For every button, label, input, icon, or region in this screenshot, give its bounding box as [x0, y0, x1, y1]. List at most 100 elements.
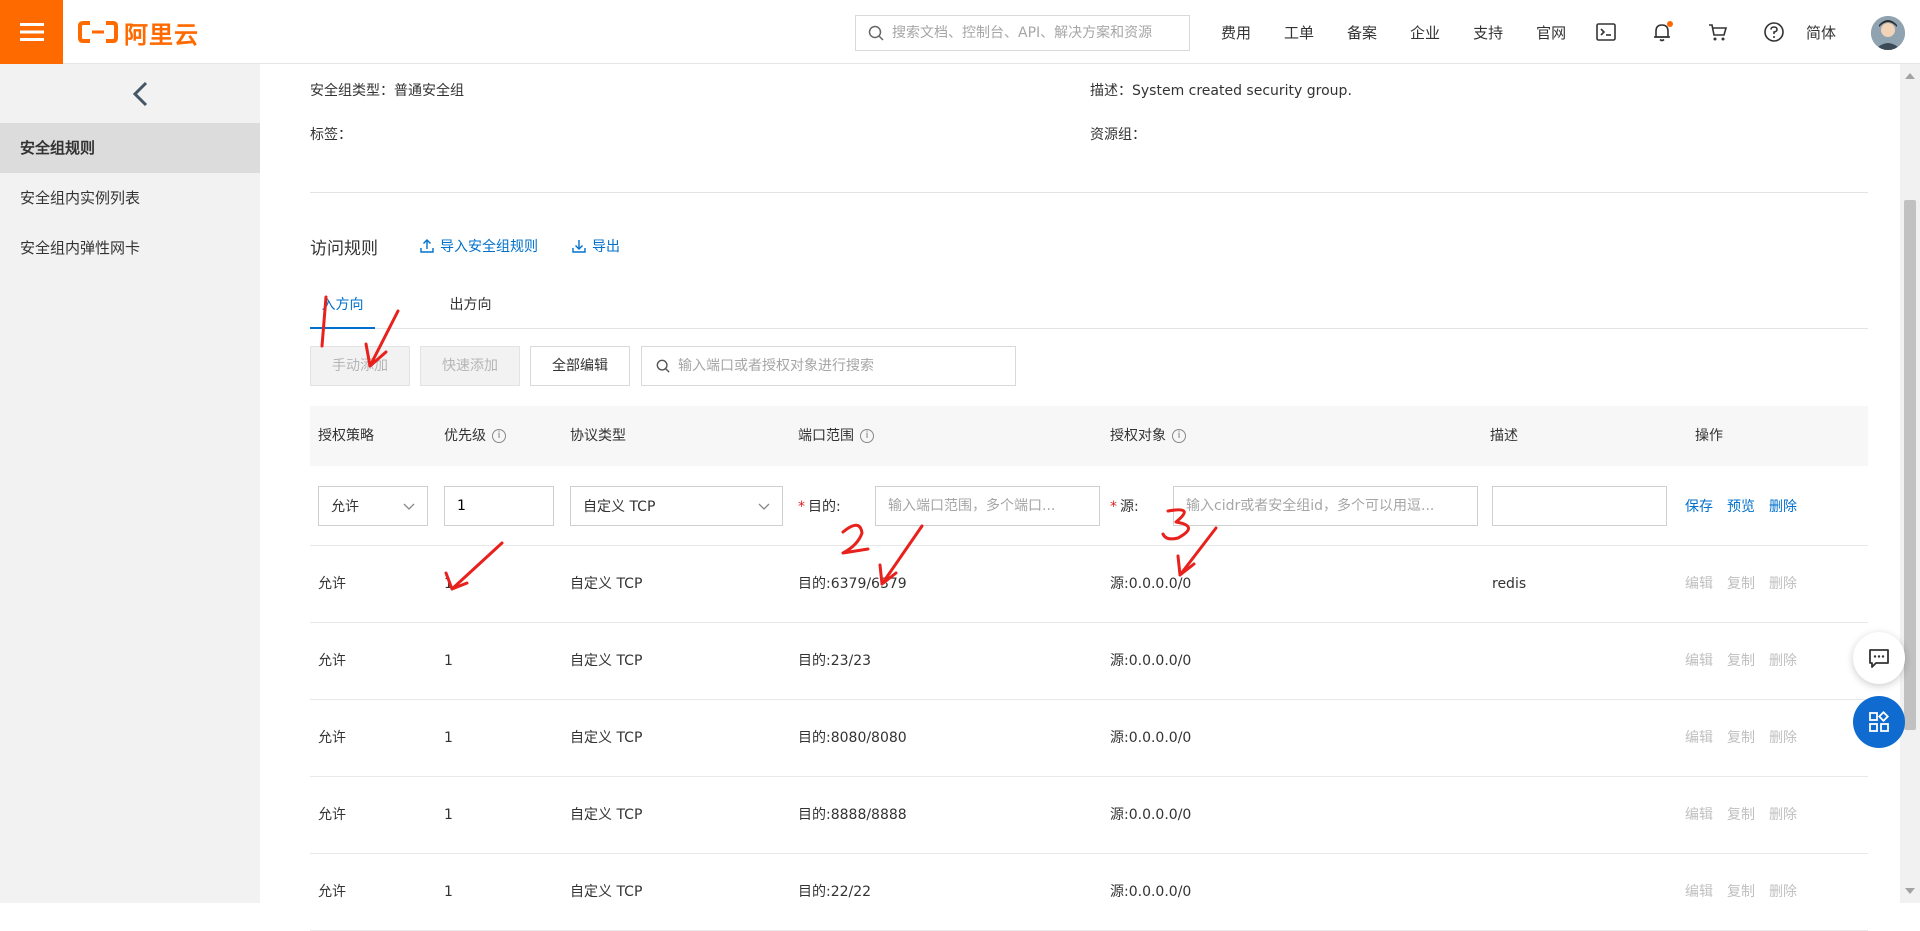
hamburger-icon: [19, 23, 44, 41]
copy-action[interactable]: 复制: [1727, 777, 1755, 854]
resource-group-label: 资源组：: [1090, 127, 1146, 143]
aliyun-logo-icon: [78, 21, 118, 43]
table-row: 允许 1 自定义 TCP 目的:6379/6379 源:0.0.0.0/0 re…: [310, 546, 1868, 623]
terminal-icon[interactable]: [1594, 20, 1618, 44]
delete-link[interactable]: 删除: [1769, 496, 1797, 516]
cell-priority: 1: [444, 576, 453, 592]
edit-action[interactable]: 编辑: [1685, 546, 1713, 623]
edit-action[interactable]: 编辑: [1685, 623, 1713, 700]
info-icon[interactable]: i: [492, 429, 506, 443]
save-link[interactable]: 保存: [1685, 496, 1713, 516]
rule-search[interactable]: [641, 346, 1016, 386]
import-rules-label: 导入安全组规则: [440, 239, 538, 255]
priority-input-field[interactable]: [457, 498, 553, 514]
edit-action[interactable]: 编辑: [1685, 854, 1713, 931]
global-search-input[interactable]: [892, 25, 1177, 41]
nav-enterprise[interactable]: 企业: [1410, 22, 1440, 43]
top-nav-icons: [1594, 0, 1818, 64]
priority-input[interactable]: [444, 486, 554, 526]
info-icon[interactable]: i: [860, 429, 874, 443]
edit-all-button[interactable]: 全部编辑: [530, 346, 630, 386]
manual-add-button[interactable]: 手动添加: [310, 346, 410, 386]
cell-priority: 1: [444, 653, 453, 669]
nav-official-site[interactable]: 官网: [1536, 22, 1566, 43]
col-protocol: 协议类型: [570, 428, 626, 444]
brand-name: 阿里云: [124, 20, 199, 49]
upload-icon: [420, 239, 434, 253]
download-icon: [572, 240, 586, 253]
delete-action[interactable]: 删除: [1769, 623, 1797, 700]
tags-label: 标签：: [310, 127, 352, 143]
copy-action[interactable]: 复制: [1727, 546, 1755, 623]
description-label: 描述：System created security group.: [1090, 83, 1352, 99]
dest-label: * 目的:: [798, 499, 841, 515]
policy-select-value: 允许: [331, 499, 359, 515]
delete-action[interactable]: 删除: [1769, 546, 1797, 623]
rules-table-header: 授权策略 优先级 i 协议类型 端口范围 i 授权对象 i 描述 操作: [310, 406, 1868, 466]
port-range-input[interactable]: [875, 486, 1100, 526]
cart-icon[interactable]: [1706, 20, 1730, 44]
description-input-field[interactable]: [1505, 498, 1666, 514]
scroll-down-arrow[interactable]: [1904, 885, 1916, 897]
bell-icon[interactable]: [1650, 20, 1674, 44]
direction-tabs: 入方向 出方向: [310, 284, 1868, 329]
notification-dot: [1667, 21, 1673, 27]
top-nav-links: 费用 工单 备案 企业 支持 官网: [1221, 0, 1599, 64]
copy-action[interactable]: 复制: [1727, 623, 1755, 700]
nav-tickets[interactable]: 工单: [1284, 22, 1314, 43]
description-input[interactable]: [1492, 486, 1667, 526]
export-button[interactable]: 导出: [572, 236, 620, 256]
copy-action[interactable]: 复制: [1727, 700, 1755, 777]
delete-action[interactable]: 删除: [1769, 700, 1797, 777]
chevron-down-icon: [403, 503, 415, 510]
tab-inbound[interactable]: 入方向: [310, 284, 375, 329]
preview-link[interactable]: 预览: [1727, 496, 1755, 516]
apps-button[interactable]: [1853, 696, 1905, 748]
cell-protocol: 自定义 TCP: [570, 576, 643, 592]
source-input[interactable]: [1173, 486, 1478, 526]
cell-port: 目的:23/23: [798, 653, 872, 669]
delete-action[interactable]: 删除: [1769, 854, 1797, 931]
cell-policy: 允许: [318, 730, 346, 746]
scroll-up-arrow[interactable]: [1904, 70, 1916, 82]
edit-action[interactable]: 编辑: [1685, 700, 1713, 777]
chat-icon: [1869, 649, 1889, 668]
sg-type-value: 普通安全组: [394, 83, 464, 99]
col-port-range: 端口范围 i: [798, 406, 874, 466]
quick-add-button[interactable]: 快速添加: [420, 346, 520, 386]
menu-button[interactable]: [0, 0, 63, 64]
port-range-input-field[interactable]: [888, 498, 1099, 514]
protocol-select[interactable]: 自定义 TCP: [570, 486, 783, 526]
scrollbar-thumb[interactable]: [1904, 200, 1916, 730]
nav-icp[interactable]: 备案: [1347, 22, 1377, 43]
cell-source: 源:0.0.0.0/0: [1110, 730, 1192, 746]
info-icon[interactable]: i: [1172, 429, 1186, 443]
nav-support[interactable]: 支持: [1473, 22, 1503, 43]
policy-select[interactable]: 允许: [318, 486, 428, 526]
language-switch[interactable]: 简体: [1806, 22, 1836, 43]
import-rules-button[interactable]: 导入安全组规则: [420, 236, 538, 256]
help-icon[interactable]: [1762, 20, 1786, 44]
col-description: 描述: [1490, 428, 1518, 444]
cell-policy: 允许: [318, 884, 346, 900]
global-search[interactable]: [855, 15, 1190, 51]
back-button[interactable]: [128, 80, 152, 108]
description-value: System created security group.: [1132, 83, 1352, 99]
protocol-select-value: 自定义 TCP: [583, 499, 656, 515]
user-avatar[interactable]: [1871, 16, 1905, 50]
sidebar-item-security-group-rules[interactable]: 安全组规则: [0, 123, 260, 173]
edit-action[interactable]: 编辑: [1685, 777, 1713, 854]
sidebar-item-eni-list[interactable]: 安全组内弹性网卡: [0, 223, 260, 273]
delete-action[interactable]: 删除: [1769, 777, 1797, 854]
feedback-button[interactable]: [1853, 632, 1905, 684]
source-input-field[interactable]: [1186, 498, 1477, 514]
sidebar-item-instance-list[interactable]: 安全组内实例列表: [0, 173, 260, 223]
divider: [310, 192, 1868, 193]
nav-fees[interactable]: 费用: [1221, 22, 1251, 43]
copy-action[interactable]: 复制: [1727, 854, 1755, 931]
tab-outbound[interactable]: 出方向: [438, 284, 503, 329]
cell-priority: 1: [444, 884, 453, 900]
cell-priority: 1: [444, 807, 453, 823]
rule-search-input[interactable]: [678, 358, 998, 374]
aliyun-logo[interactable]: 阿里云: [78, 16, 199, 49]
